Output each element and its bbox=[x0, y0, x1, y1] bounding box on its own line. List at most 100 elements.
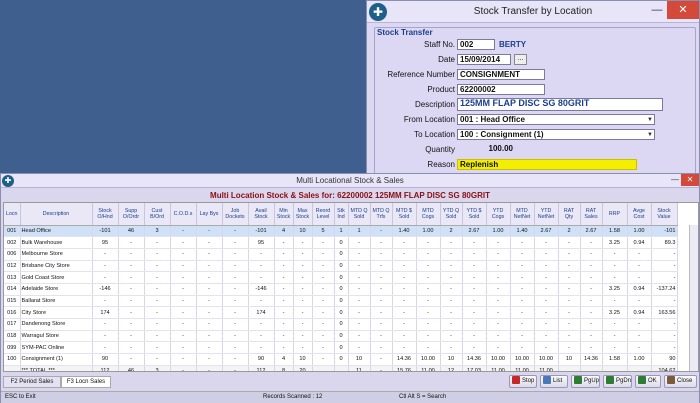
column-header[interactable]: MTD Cogs bbox=[416, 203, 441, 226]
to-location-select[interactable]: 100 : Consignment (1) ▼ bbox=[457, 129, 655, 140]
table-cell: - bbox=[486, 283, 511, 296]
table-cell: - bbox=[510, 306, 535, 319]
column-header[interactable]: Avail Stock bbox=[248, 203, 275, 226]
table-row[interactable]: 015 Ballarat Store - - - - - - - - - -0- - - - - - - - - - - -… bbox=[4, 295, 678, 308]
date-input[interactable]: 15/09/2014 bbox=[457, 54, 511, 65]
column-header[interactable]: MTD NetNet bbox=[510, 203, 535, 226]
list-label: List bbox=[553, 378, 563, 384]
list-button[interactable]: List bbox=[540, 375, 568, 388]
reason-input[interactable]: Replenish bbox=[457, 159, 637, 170]
table-cell: - bbox=[370, 295, 393, 308]
pgup-button[interactable]: PgUp bbox=[571, 375, 600, 388]
table-cell: *** TOTAL *** bbox=[20, 365, 93, 371]
pgdn-button[interactable]: PgDn bbox=[603, 375, 632, 388]
column-header[interactable]: YTD $ Sold bbox=[462, 203, 487, 226]
table-row[interactable]: 016 City Store 174- - - - -174- - -0- - - - - - - - - - -3… bbox=[4, 306, 678, 319]
column-header[interactable]: MTD $ Sold bbox=[392, 203, 417, 226]
column-header[interactable]: Max Stock bbox=[293, 203, 313, 226]
table-cell: - bbox=[118, 306, 145, 319]
stock-grid[interactable]: Locn Description Stock O/Hnd Supp O/Ordr Cus… bbox=[3, 202, 699, 372]
product-input[interactable]: 62200002 bbox=[457, 84, 545, 95]
column-header[interactable]: YTD NetNet bbox=[534, 203, 559, 226]
table-cell: - bbox=[602, 260, 628, 273]
close-button[interactable]: ✕ bbox=[667, 1, 699, 19]
date-picker-button[interactable]: ... bbox=[514, 54, 527, 65]
table-cell: - bbox=[392, 306, 417, 319]
column-header[interactable]: RAT Sales bbox=[580, 203, 603, 226]
table-row[interactable]: 018 Warragul Store - - - - - - - - - -0- - - - - - - - - - - -… bbox=[4, 330, 678, 343]
table-cell: - bbox=[248, 248, 275, 261]
table-cell: -101 bbox=[92, 225, 119, 238]
table-row[interactable]: 100 Consignment (1) 90- - - - -90 4 10-0 10-14.36… bbox=[4, 353, 678, 366]
table-cell: Melbourne Store bbox=[20, 248, 93, 261]
table-cell: - bbox=[370, 353, 393, 366]
column-header[interactable]: Avge Cost bbox=[627, 203, 652, 226]
description-input[interactable]: 125MM FLAP DISC SG 80GRIT bbox=[457, 98, 663, 111]
table-row[interactable]: 017 Dandenong Store - - - - - - - - - -0- - - - - - - - - - -… bbox=[4, 318, 678, 331]
column-header[interactable]: Stock Value bbox=[651, 203, 678, 226]
staff-name: BERTY bbox=[499, 40, 527, 49]
minimize-button[interactable]: — bbox=[671, 175, 679, 184]
table-cell: - bbox=[510, 236, 535, 249]
column-header[interactable]: MTD Q Sold bbox=[348, 203, 371, 226]
table-cell: - bbox=[222, 341, 249, 355]
minimize-button[interactable]: — bbox=[649, 5, 665, 18]
table-cell: - bbox=[392, 236, 417, 249]
table-cell: - bbox=[534, 236, 559, 249]
tab-period-sales[interactable]: F2 Period Sales bbox=[3, 376, 61, 388]
column-header[interactable]: Reord Level bbox=[312, 203, 335, 226]
column-header[interactable]: C.O.D.s bbox=[170, 203, 197, 226]
table-row[interactable]: 013 Gold Coast Store - - - - - - - - - -0- - - - - - - - - -… bbox=[4, 271, 678, 284]
column-header[interactable]: Job Dockets bbox=[222, 203, 249, 226]
table-cell: - bbox=[222, 295, 249, 308]
table-cell: - bbox=[274, 236, 294, 249]
table-cell: - bbox=[144, 341, 171, 355]
column-header[interactable]: Stk Ind bbox=[334, 203, 349, 226]
table-row[interactable]: 006 Melbourne Store - - - - - - - - - -0- - - - - - - - - - -… bbox=[4, 248, 678, 261]
table-cell: -146 bbox=[248, 283, 275, 296]
column-header[interactable]: YTD Cogs bbox=[486, 203, 511, 226]
quantity-input[interactable]: 100.00 bbox=[457, 144, 515, 155]
tab-locn-sales[interactable]: F3 Locn Sales bbox=[61, 376, 111, 388]
close-window-button[interactable]: Close bbox=[664, 375, 697, 388]
column-header[interactable]: Description bbox=[20, 203, 93, 226]
column-header[interactable]: Stock O/Hnd bbox=[92, 203, 119, 226]
column-header[interactable]: Lay Bys bbox=[196, 203, 223, 226]
column-header[interactable]: YTD Q Sold bbox=[440, 203, 463, 226]
table-row[interactable]: 012 Brisbane City Store - - - - - - - - - -0- - - - - - -… bbox=[4, 260, 678, 273]
table-cell: - bbox=[348, 330, 371, 343]
table-cell: - bbox=[118, 295, 145, 308]
table-row[interactable]: 014 Adelaide Store -146- - - - - -146- - -0- - - - - -… bbox=[4, 283, 678, 296]
table-cell: SYM-PAC Online bbox=[20, 341, 93, 355]
table-row[interactable]: 002 Bulk Warehouse 95- - - - -95- - -0- - - - - - - - - -… bbox=[4, 236, 678, 249]
table-cell: - bbox=[348, 248, 371, 261]
table-cell: 8 bbox=[274, 365, 294, 371]
column-header[interactable]: Supp O/Ordr bbox=[118, 203, 145, 226]
reference-input[interactable]: CONSIGNMENT bbox=[457, 69, 545, 80]
table-cell: - bbox=[416, 318, 441, 331]
ok-button[interactable]: OK bbox=[635, 375, 661, 388]
table-cell: - bbox=[312, 341, 335, 355]
column-header[interactable]: RAT Qty bbox=[558, 203, 581, 226]
table-cell: - bbox=[510, 295, 535, 308]
column-header[interactable]: Min Stock bbox=[274, 203, 294, 226]
column-header[interactable]: RRP bbox=[602, 203, 628, 226]
total-row[interactable]: *** TOTAL *** 112 46 3- - -112 8 20 11-15.76 11.0… bbox=[4, 365, 678, 371]
column-header[interactable]: Locn bbox=[4, 203, 21, 226]
staff-number-input[interactable]: 002 bbox=[457, 39, 495, 50]
table-row[interactable]: 001 Head Office -101 46 3- - - -101 4 10 5 1 1-1.40 1… bbox=[4, 225, 678, 238]
table-cell: 10.00 bbox=[416, 353, 441, 366]
stop-button[interactable]: Stop bbox=[509, 375, 537, 388]
vertical-scrollbar[interactable] bbox=[689, 225, 698, 371]
table-cell: - bbox=[580, 306, 603, 319]
table-row[interactable]: 099 SYM-PAC Online - - - - - - - - - -0- - - - - - - - - - - -… bbox=[4, 341, 678, 355]
table-cell: - bbox=[651, 295, 678, 308]
from-location-select[interactable]: 001 : Head Office ▼ bbox=[457, 114, 655, 125]
table-cell: - bbox=[118, 341, 145, 355]
table-cell: 0 bbox=[334, 236, 349, 249]
close-button[interactable]: ✕ bbox=[681, 174, 699, 186]
table-cell: - bbox=[348, 260, 371, 273]
table-cell: - bbox=[144, 295, 171, 308]
column-header[interactable]: Cust B/Ord bbox=[144, 203, 171, 226]
column-header[interactable]: MTD Q Trfs bbox=[370, 203, 393, 226]
